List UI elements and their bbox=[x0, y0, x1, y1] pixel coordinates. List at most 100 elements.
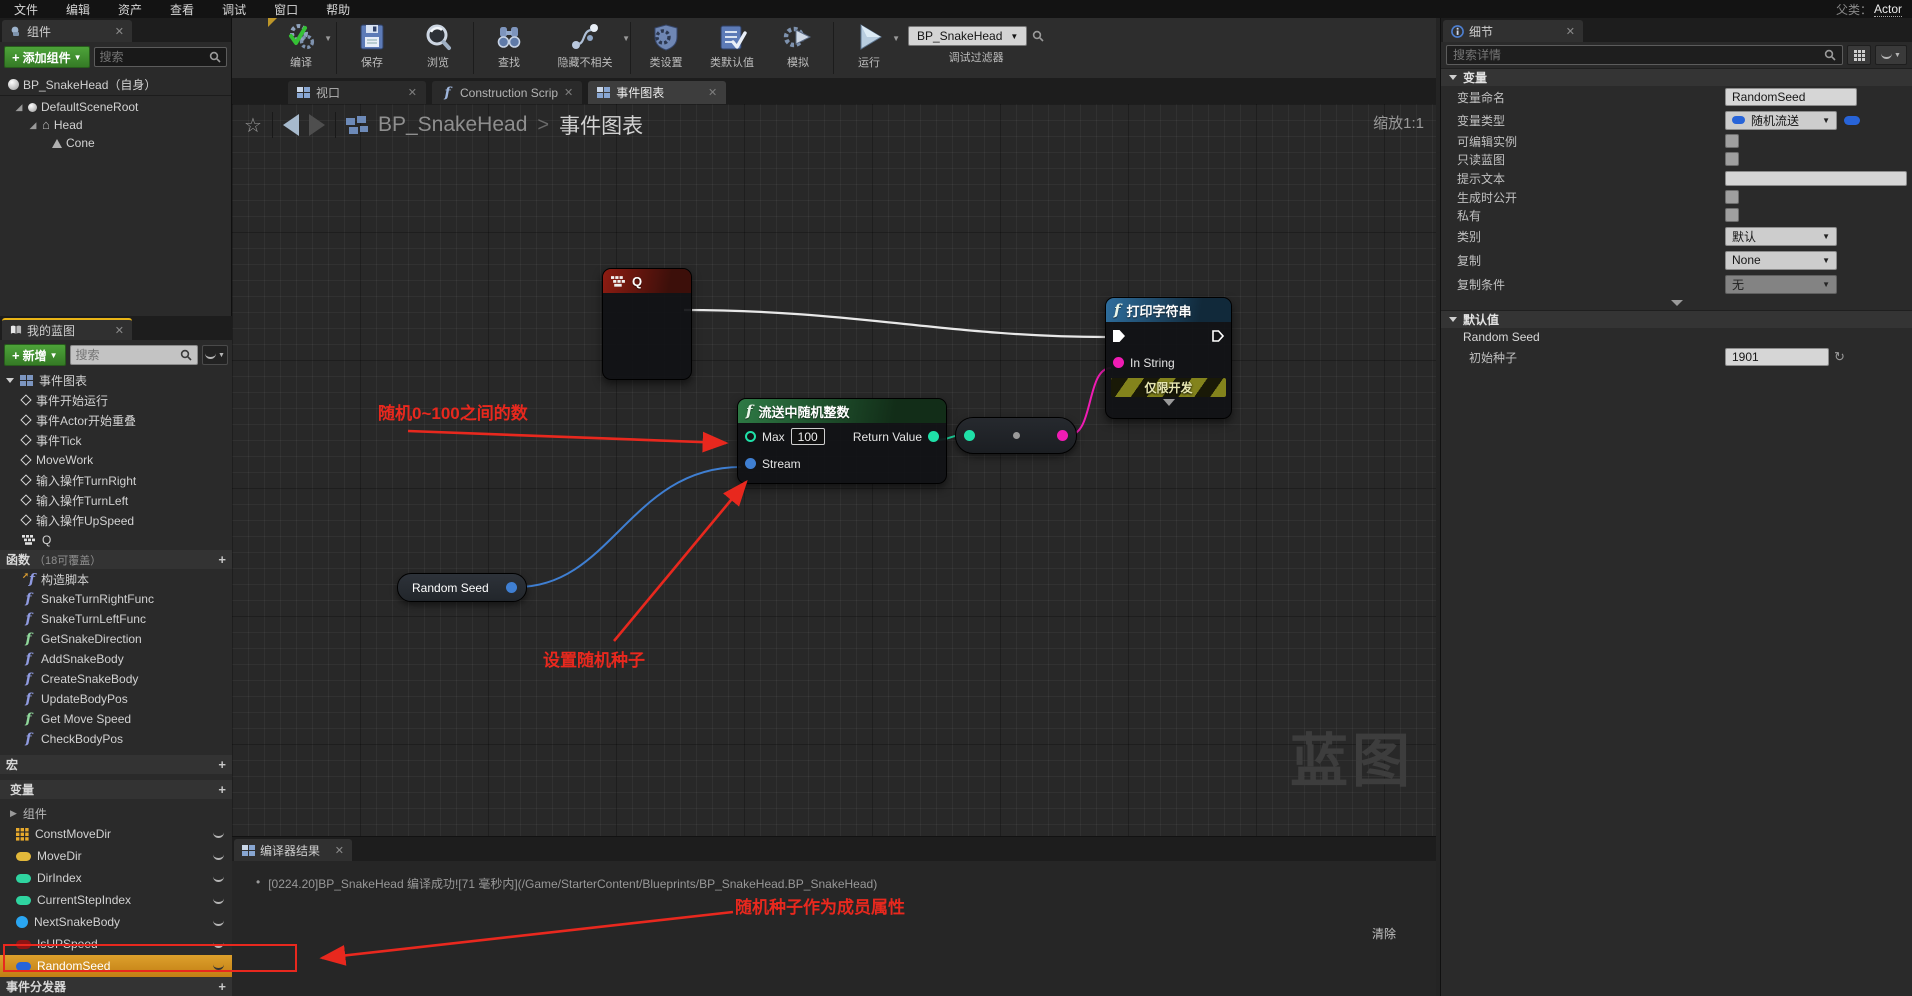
int-input-pin[interactable] bbox=[964, 430, 975, 441]
display-filter-button[interactable]: ▼ bbox=[1875, 45, 1907, 65]
event-item[interactable]: MoveWork bbox=[0, 450, 232, 470]
tab-viewport[interactable]: 视口 ✕ bbox=[288, 81, 426, 104]
visibility-filter-button[interactable]: ▼ bbox=[202, 345, 228, 365]
browse-button[interactable]: 浏览 bbox=[405, 18, 471, 78]
function-item[interactable]: fSnakeTurnLeftFunc bbox=[0, 609, 232, 629]
expose-on-spawn-checkbox[interactable] bbox=[1725, 190, 1739, 204]
collapse-arrow-icon[interactable] bbox=[1449, 317, 1457, 322]
string-output-pin[interactable] bbox=[1057, 430, 1068, 441]
collapse-arrow-icon[interactable] bbox=[6, 378, 14, 383]
add-component-button[interactable]: + 添加组件 ▼ bbox=[4, 46, 90, 68]
add-variable-button[interactable]: + bbox=[218, 782, 226, 797]
parent-class-link[interactable]: Actor bbox=[1874, 2, 1902, 17]
eye-closed-icon[interactable] bbox=[213, 897, 224, 904]
category-dropdown[interactable]: 默认 ▼ bbox=[1725, 227, 1837, 246]
clear-log-button[interactable]: 清除 bbox=[1372, 925, 1396, 942]
nav-back-icon[interactable] bbox=[283, 114, 299, 136]
expand-arrow-icon[interactable]: ▶ bbox=[10, 808, 17, 819]
node-key-event-q[interactable]: Q Pressed Released Key bbox=[602, 268, 692, 380]
property-matrix-button[interactable] bbox=[1847, 45, 1871, 65]
event-item-q[interactable]: Q bbox=[0, 530, 232, 550]
variable-item[interactable]: CurrentStepIndex bbox=[0, 889, 232, 911]
play-button[interactable]: 运行 ▼ bbox=[836, 18, 902, 78]
variables-header[interactable]: 变量 + bbox=[0, 780, 232, 799]
class-settings-button[interactable]: 类设置 bbox=[633, 18, 699, 78]
menu-view[interactable]: 查看 bbox=[156, 1, 208, 18]
graphs-section-row[interactable]: 事件图表 bbox=[0, 370, 232, 390]
stream-pin[interactable] bbox=[745, 458, 756, 469]
event-item[interactable]: 事件Actor开始重叠 bbox=[0, 410, 232, 430]
eye-closed-icon[interactable] bbox=[213, 831, 224, 838]
function-item[interactable]: fSnakeTurnRightFunc bbox=[0, 589, 232, 609]
add-function-button[interactable]: + bbox=[218, 552, 226, 567]
variable-item[interactable]: ConstMoveDir bbox=[0, 823, 232, 845]
macros-header[interactable]: 宏 + bbox=[0, 755, 232, 774]
defaults-group-row[interactable]: Random Seed bbox=[1441, 328, 1912, 346]
details-search-input[interactable] bbox=[1453, 48, 1824, 62]
max-int-pin[interactable] bbox=[745, 431, 756, 442]
return-value-pin[interactable] bbox=[928, 431, 939, 442]
variable-item[interactable]: IsUPSpeed bbox=[0, 933, 232, 955]
variable-item-randomseed[interactable]: RandomSeed bbox=[0, 955, 232, 977]
components-search[interactable] bbox=[94, 47, 227, 67]
reset-to-default-icon[interactable]: ↻ bbox=[1834, 349, 1845, 365]
exec-in-pin-connected[interactable] bbox=[1113, 330, 1125, 342]
variable-item[interactable]: DirIndex bbox=[0, 867, 232, 889]
tooltip-field[interactable] bbox=[1725, 171, 1907, 186]
eye-closed-icon[interactable] bbox=[213, 875, 224, 882]
tree-item-scene-root[interactable]: ◢ DefaultSceneRoot bbox=[0, 98, 231, 116]
function-item[interactable]: fUpdateBodyPos bbox=[0, 689, 232, 709]
chevron-down-icon[interactable]: ▼ bbox=[324, 34, 332, 43]
variable-name-input[interactable] bbox=[1732, 90, 1850, 104]
in-string-pin[interactable] bbox=[1113, 357, 1124, 368]
variable-section-header[interactable]: 变量 bbox=[1441, 68, 1912, 86]
variable-item[interactable]: MoveDir bbox=[0, 845, 232, 867]
tab-compiler-results[interactable]: 编译器结果 ✕ bbox=[234, 839, 352, 861]
my-blueprint-search[interactable] bbox=[70, 345, 198, 365]
debug-object-dropdown[interactable]: BP_SnakeHead ▼ bbox=[908, 26, 1027, 46]
event-item[interactable]: 输入操作UpSpeed bbox=[0, 510, 232, 530]
components-group-row[interactable]: ▶ 组件 bbox=[0, 803, 232, 823]
random-seed-output-pin[interactable] bbox=[506, 582, 517, 593]
tab-construction-script[interactable]: f Construction Scrip ✕ bbox=[432, 81, 582, 104]
event-item[interactable]: 输入操作TurnLeft bbox=[0, 490, 232, 510]
my-blueprint-search-input[interactable] bbox=[76, 348, 180, 362]
simulate-button[interactable]: 模拟 bbox=[765, 18, 831, 78]
function-item[interactable]: ➚f构造脚本 bbox=[0, 569, 232, 589]
expand-arrow-icon[interactable]: ◢ bbox=[28, 120, 38, 131]
eye-closed-icon[interactable] bbox=[213, 941, 224, 948]
expand-arrow-icon[interactable]: ◢ bbox=[14, 102, 24, 113]
collapse-arrow-icon[interactable] bbox=[1449, 75, 1457, 80]
add-new-button[interactable]: + 新增 ▼ bbox=[4, 344, 66, 366]
add-dispatcher-button[interactable]: + bbox=[218, 979, 226, 994]
hide-unrelated-button[interactable]: 隐藏不相关 ▼ bbox=[542, 18, 628, 78]
class-defaults-button[interactable]: 类默认值 bbox=[699, 18, 765, 78]
node-print-string[interactable]: f 打印字符串 In String 仅限开发 bbox=[1105, 297, 1232, 419]
variable-item[interactable]: NextSnakeBody bbox=[0, 911, 232, 933]
functions-header[interactable]: 函数 （18可覆盖） + bbox=[0, 550, 232, 569]
function-item[interactable]: fGetSnakeDirection bbox=[0, 629, 232, 649]
replication-dropdown[interactable]: None ▼ bbox=[1725, 251, 1837, 270]
breadcrumb-current[interactable]: 事件图表 bbox=[559, 110, 643, 140]
menu-help[interactable]: 帮助 bbox=[312, 1, 364, 18]
find-button[interactable]: 查找 bbox=[476, 18, 542, 78]
advanced-expander[interactable] bbox=[1441, 296, 1912, 310]
close-icon[interactable]: ✕ bbox=[115, 324, 124, 337]
tree-item-cone[interactable]: Cone bbox=[0, 134, 231, 152]
initial-seed-field[interactable] bbox=[1725, 348, 1829, 366]
node-get-random-seed[interactable]: Random Seed bbox=[397, 573, 527, 602]
variable-type-dropdown[interactable]: 随机流送 ▼ bbox=[1725, 111, 1837, 130]
favorite-star-icon[interactable]: ☆ bbox=[244, 113, 262, 138]
blueprint-readonly-checkbox[interactable] bbox=[1725, 152, 1739, 166]
eye-closed-icon[interactable] bbox=[213, 963, 224, 970]
instance-editable-checkbox[interactable] bbox=[1725, 134, 1739, 148]
function-item[interactable]: fGet Move Speed bbox=[0, 709, 232, 729]
nav-forward-icon[interactable] bbox=[309, 114, 325, 136]
graph-canvas[interactable]: ☆ BP_SnakeHead > 事件图表 缩放1:1 蓝图 bbox=[232, 104, 1436, 836]
chevron-down-icon[interactable]: ▼ bbox=[892, 34, 900, 43]
private-checkbox[interactable] bbox=[1725, 208, 1739, 222]
function-item[interactable]: fAddSnakeBody bbox=[0, 649, 232, 669]
compile-button[interactable]: 编译 ▼ bbox=[268, 18, 334, 78]
close-icon[interactable]: ✕ bbox=[1566, 25, 1575, 38]
tab-details[interactable]: 细节 ✕ bbox=[1443, 20, 1583, 42]
